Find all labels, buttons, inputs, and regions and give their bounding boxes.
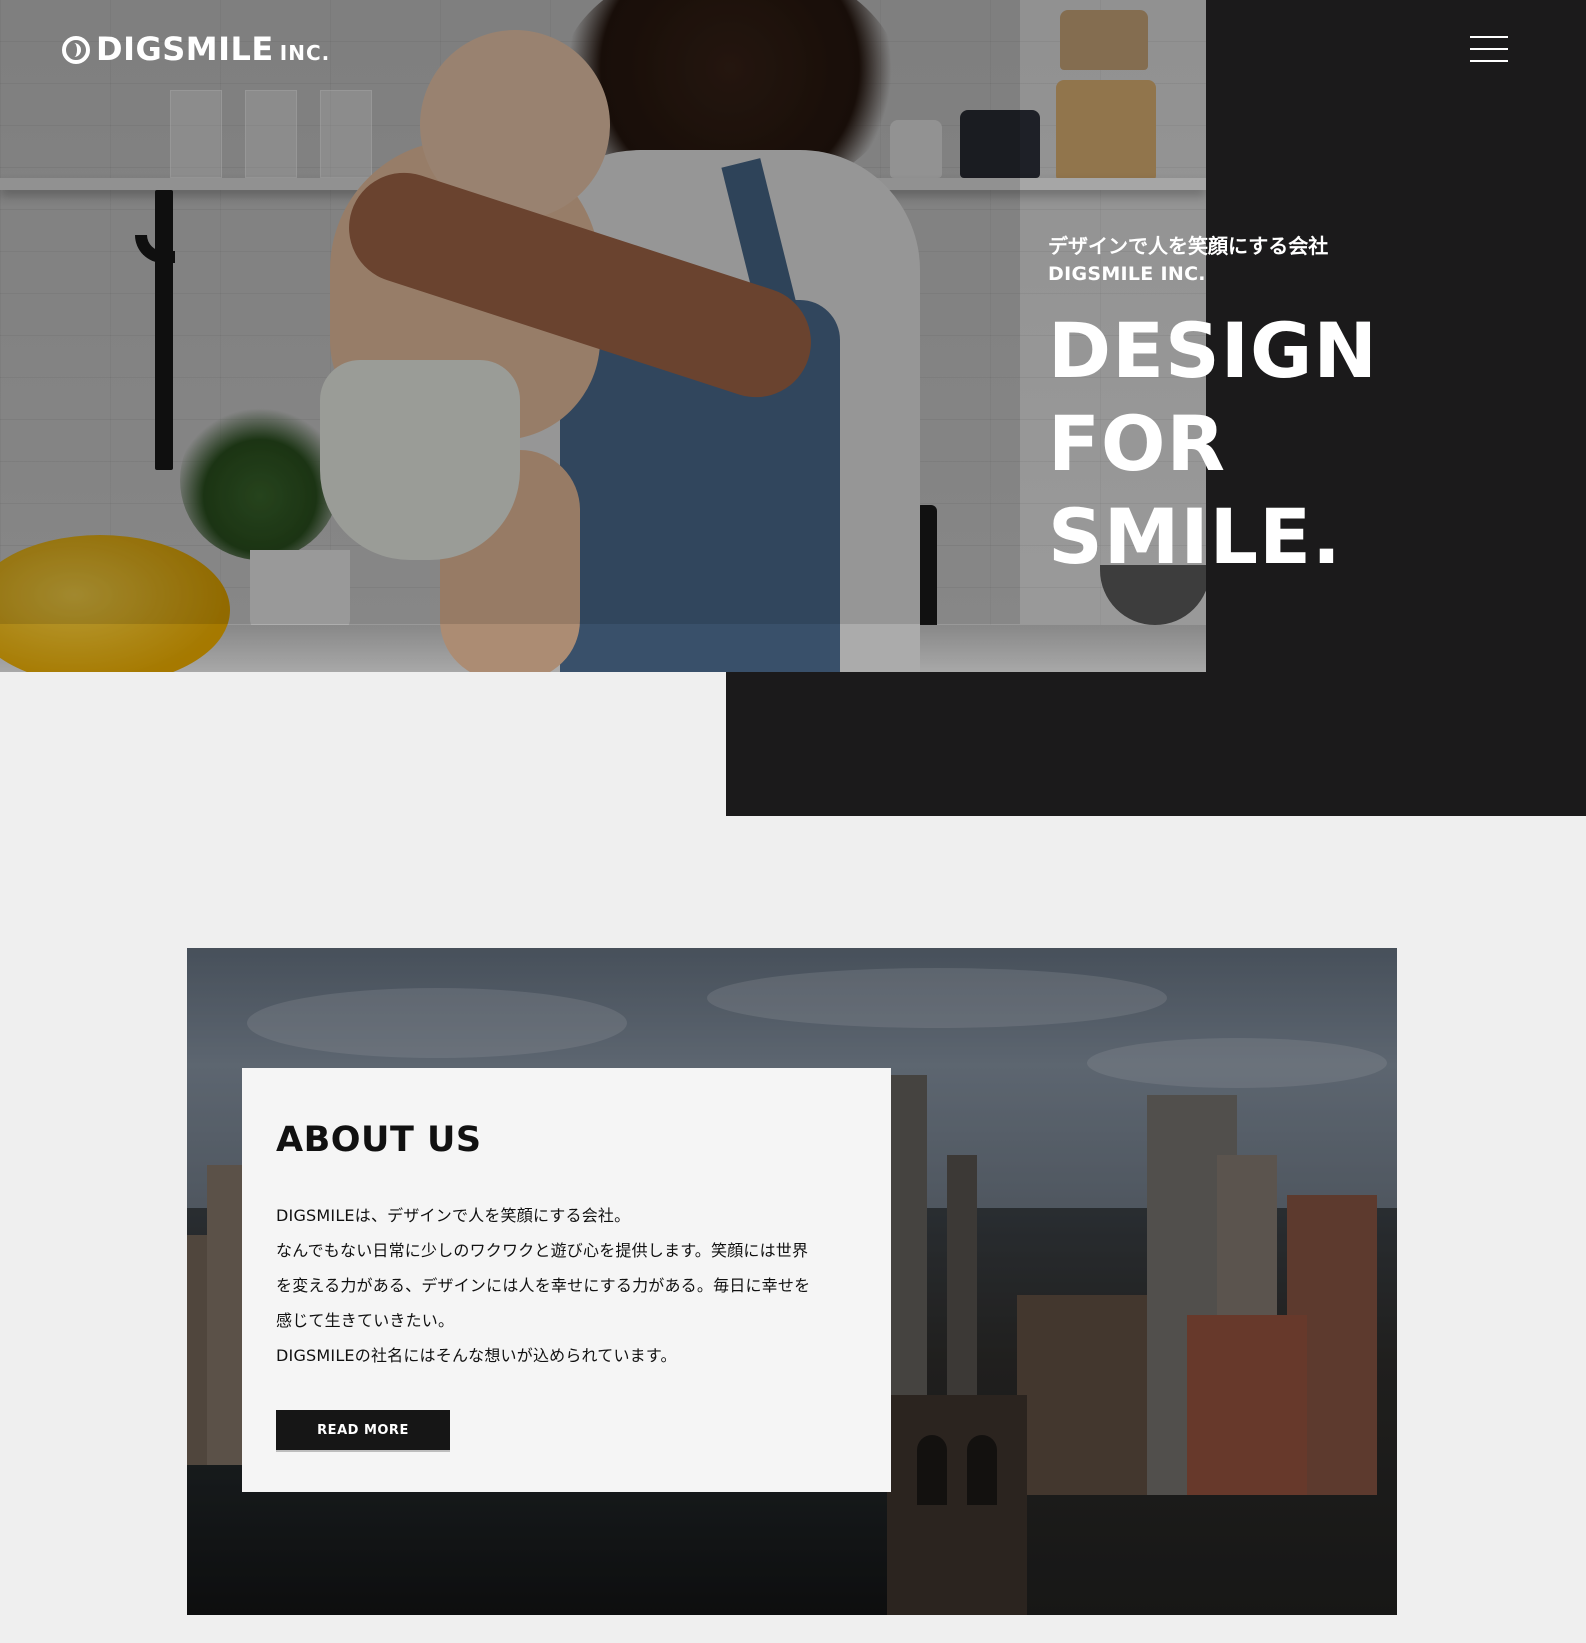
hero-copy: デザインで人を笑顔にする会社 DIGSMILE INC. DESIGN FOR … [1048,232,1378,583]
hamburger-menu-icon[interactable] [1470,34,1508,64]
hero-tagline-en: DIGSMILE INC. [1048,263,1206,285]
hero-tagline-jp: デザインで人を笑顔にする会社 [1048,234,1329,258]
about-text-line: 感じて生きていきたい。 [276,1311,455,1330]
about-title: ABOUT US [276,1120,482,1160]
hero-title-line: DESIGN [1048,306,1379,395]
logo-mark-icon [62,36,90,64]
logo-text: DIGSMILE [96,30,274,68]
about-body: DIGSMILEは、デザインで人を笑顔にする会社。 なんでもない日常に少しのワク… [276,1198,861,1373]
read-more-button[interactable]: READ MORE [276,1410,450,1450]
hero-title-line: FOR [1048,399,1227,488]
logo-suffix: INC. [279,41,331,65]
hero-title: DESIGN FOR SMILE. [1048,304,1378,583]
hero-title-line: SMILE. [1048,492,1342,581]
logo-link[interactable]: DIGSMILE INC. [62,30,330,70]
about-text-line: DIGSMILEは、デザインで人を笑顔にする会社。 [276,1206,631,1225]
about-text-line: DIGSMILEの社名にはそんな想いが込められています。 [276,1346,677,1365]
page: DIGSMILE INC. デザインで人を笑顔にする会社 DIGSMILE IN… [0,0,1586,1643]
about-text-line: を変える力がある、デザインには人を幸せにする力がある。毎日に幸せを [276,1276,811,1295]
about-text-line: なんでもない日常に少しのワクワクと遊び心を提供します。笑顔には世界 [276,1241,809,1260]
about-card: ABOUT US DIGSMILEは、デザインで人を笑顔にする会社。 なんでもな… [242,1068,891,1492]
hero-image [0,0,1206,672]
